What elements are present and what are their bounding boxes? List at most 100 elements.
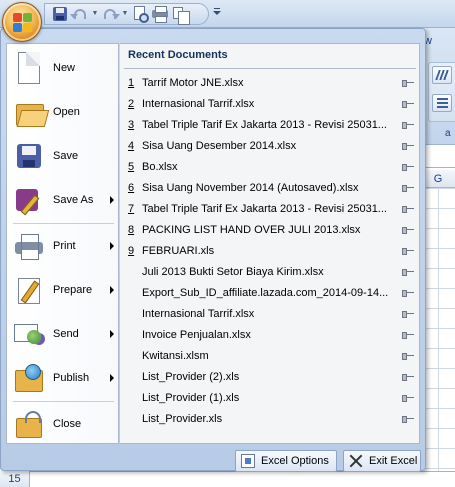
pin-icon[interactable] — [402, 100, 414, 109]
recent-documents-pane: Recent Documents 1 Tarrif Motor JNE.xlsx 2… — [120, 43, 420, 444]
recent-document-name: Juli 2013 Bukti Setor Biaya Kirim.xlsx — [142, 266, 324, 278]
prepare-icon — [13, 274, 45, 306]
recent-document-name: PACKING LIST HAND OVER JULI 2013.xlsx — [142, 224, 361, 236]
menu-item-label: Save As — [53, 194, 94, 206]
recent-document-name: Bo.xlsx — [142, 161, 178, 173]
menu-divider — [13, 401, 114, 402]
recent-document-name: List_Provider.xls — [142, 413, 223, 425]
save-disk-icon — [13, 140, 45, 172]
recent-document-name: List_Provider (1).xls — [142, 392, 240, 404]
menu-item-publish[interactable]: Publish — [7, 358, 120, 398]
recent-document-name: Tabel Triple Tarif Ex Jakarta 2013 - Rev… — [142, 203, 387, 215]
menu-item-save[interactable]: Save — [7, 136, 120, 176]
recent-document-item[interactable]: 5 Bo.xlsx — [120, 157, 420, 178]
recent-document-item[interactable]: Kwitansi.xlsm — [120, 346, 420, 367]
pin-icon[interactable] — [402, 247, 414, 256]
recent-document-item[interactable]: Juli 2013 Bukti Setor Biaya Kirim.xlsx — [120, 262, 420, 283]
recent-title-divider — [124, 68, 416, 69]
pin-icon[interactable] — [402, 415, 414, 424]
menu-item-send[interactable]: Send — [7, 314, 120, 354]
recent-document-item[interactable]: Export_Sub_ID_affiliate.lazada.com_2014-… — [120, 283, 420, 304]
menu-item-label: Prepare — [53, 284, 93, 296]
redo-dropdown-icon[interactable]: ▼ — [121, 5, 129, 23]
menu-item-open[interactable]: Open — [7, 92, 120, 132]
text-orientation-icon[interactable] — [432, 66, 452, 84]
recent-document-number: 5 — [128, 161, 135, 173]
pin-icon[interactable] — [402, 268, 414, 277]
recent-document-item[interactable]: 6 Sisa Uang November 2014 (Autosaved).xls… — [120, 178, 420, 199]
pin-icon[interactable] — [402, 331, 414, 340]
menu-item-new[interactable]: New — [7, 48, 120, 88]
menu-item-label: Print — [53, 240, 76, 252]
print-preview-icon[interactable] — [131, 5, 149, 23]
copy-icon[interactable] — [171, 5, 190, 25]
menu-item-label: Open — [53, 106, 80, 118]
excel-options-button[interactable]: Excel Options — [235, 450, 337, 472]
recent-document-name: Export_Sub_ID_affiliate.lazada.com_2014-… — [142, 287, 389, 299]
pin-icon[interactable] — [402, 310, 414, 319]
office-button[interactable] — [2, 2, 42, 42]
ribbon-group-label: a — [445, 128, 451, 139]
excel-options-label: Excel Options — [261, 455, 329, 467]
recent-document-item[interactable]: Invoice Penjualan.xlsx — [120, 325, 420, 346]
recent-document-name: Tabel Triple Tarif Ex Jakarta 2013 - Rev… — [142, 119, 387, 131]
undo-icon[interactable] — [70, 5, 89, 23]
pin-icon[interactable] — [402, 163, 414, 172]
pin-icon[interactable] — [402, 79, 414, 88]
recent-document-item[interactable]: List_Provider (1).xls — [120, 388, 420, 409]
customize-toolbar-icon[interactable] — [212, 7, 222, 19]
undo-dropdown-icon[interactable]: ▼ — [91, 5, 99, 23]
pin-icon[interactable] — [402, 352, 414, 361]
recent-document-number: 6 — [128, 182, 135, 194]
recent-document-item[interactable]: 7 Tabel Triple Tarif Ex Jakarta 2013 - Re… — [120, 199, 420, 220]
quick-print-icon[interactable] — [151, 5, 169, 23]
pin-icon[interactable] — [402, 394, 414, 403]
pin-icon[interactable] — [402, 184, 414, 193]
menu-item-label: Save — [53, 150, 79, 162]
row-strip — [0, 471, 455, 487]
recent-document-number: 8 — [128, 224, 135, 236]
recent-document-name: Invoice Penjualan.xlsx — [142, 329, 251, 341]
recent-document-item[interactable]: 1 Tarrif Motor JNE.xlsx — [120, 73, 420, 94]
recent-document-item[interactable]: List_Provider.xls — [120, 409, 420, 430]
recent-document-item[interactable]: 4 Sisa Uang Desember 2014.xlsx — [120, 136, 420, 157]
send-icon — [13, 318, 45, 350]
recent-document-name: List_Provider (2).xls — [142, 371, 240, 383]
menu-item-close[interactable]: Close — [7, 404, 120, 444]
recent-document-number: 2 — [128, 98, 135, 110]
recent-document-item[interactable]: Internasional Tarrif.xlsx — [120, 304, 420, 325]
submenu-arrow-icon — [110, 374, 114, 382]
save-icon[interactable] — [51, 5, 69, 23]
quick-access-toolbar: ▼ ▼ — [44, 3, 209, 25]
pin-icon[interactable] — [402, 121, 414, 130]
recent-document-item[interactable]: 3 Tabel Triple Tarif Ex Jakarta 2013 - Re… — [120, 115, 420, 136]
recent-document-name: Internasional Tarrif.xlsx — [142, 308, 255, 320]
recent-document-name: Kwitansi.xlsm — [142, 350, 209, 362]
command-pane: New Open Save Save As Print Prepare Send… — [6, 43, 119, 444]
recent-document-name: Sisa Uang November 2014 (Autosaved).xlsx — [142, 182, 359, 194]
row-header-15[interactable]: 15 — [0, 471, 30, 487]
redo-icon[interactable] — [101, 5, 120, 23]
pin-icon[interactable] — [402, 226, 414, 235]
menu-item-prepare[interactable]: Prepare — [7, 270, 120, 310]
recent-document-number: 3 — [128, 119, 135, 131]
pin-icon[interactable] — [402, 205, 414, 214]
pin-icon[interactable] — [402, 289, 414, 298]
recent-document-name: FEBRUARI.xls — [142, 245, 215, 257]
publish-icon — [13, 362, 45, 394]
recent-document-item[interactable]: 2 Internasional Tarrif.xlsx — [120, 94, 420, 115]
recent-document-item[interactable]: 8 PACKING LIST HAND OVER JULI 2013.xlsx — [120, 220, 420, 241]
menu-item-label: Send — [53, 328, 79, 340]
submenu-arrow-icon — [110, 286, 114, 294]
recent-document-item[interactable]: List_Provider (2).xls — [120, 367, 420, 388]
submenu-arrow-icon — [110, 242, 114, 250]
recent-document-number: 4 — [128, 140, 135, 152]
pin-icon[interactable] — [402, 142, 414, 151]
pin-icon[interactable] — [402, 373, 414, 382]
menu-item-label: New — [53, 62, 76, 74]
menu-item-print[interactable]: Print — [7, 226, 120, 266]
align-icon[interactable] — [432, 94, 452, 112]
menu-item-save-as[interactable]: Save As — [7, 180, 120, 220]
exit-excel-button[interactable]: Exit Excel — [343, 450, 421, 472]
recent-document-item[interactable]: 9 FEBRUARI.xls — [120, 241, 420, 262]
